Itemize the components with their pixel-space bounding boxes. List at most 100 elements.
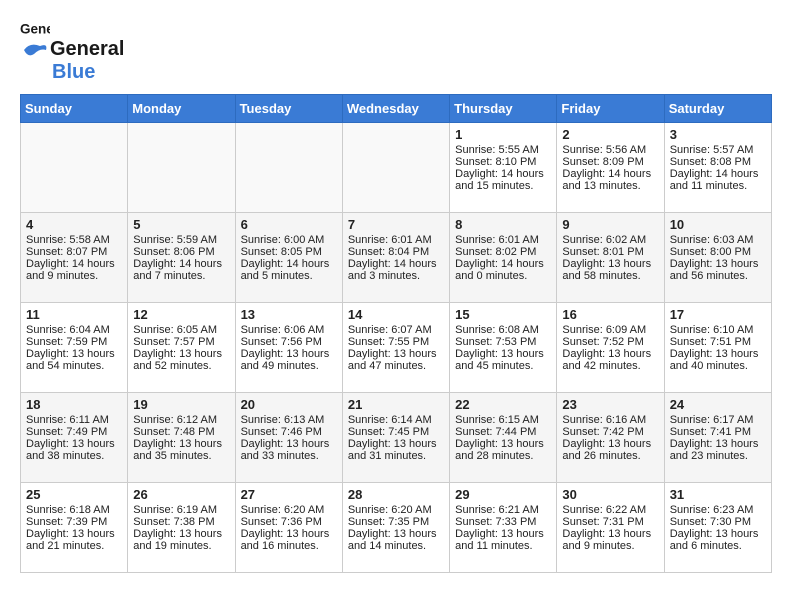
- day-number: 20: [241, 397, 337, 412]
- day-header-wednesday: Wednesday: [342, 95, 449, 123]
- day-number: 25: [26, 487, 122, 502]
- calendar-cell: 29Sunrise: 6:21 AMSunset: 7:33 PMDayligh…: [450, 483, 557, 573]
- day-content: Sunrise: 6:22 AM: [562, 504, 658, 516]
- day-content: and 11 minutes.: [455, 540, 551, 552]
- day-content: Sunset: 7:52 PM: [562, 336, 658, 348]
- day-content: Sunrise: 6:12 AM: [133, 414, 229, 426]
- day-content: Sunset: 8:00 PM: [670, 246, 766, 258]
- day-content: Sunrise: 6:18 AM: [26, 504, 122, 516]
- day-content: Sunset: 7:33 PM: [455, 516, 551, 528]
- day-content: Daylight: 13 hours: [455, 348, 551, 360]
- day-content: and 15 minutes.: [455, 180, 551, 192]
- day-content: and 23 minutes.: [670, 450, 766, 462]
- calendar-cell: [21, 123, 128, 213]
- calendar-week-row: 25 Sunrise: 6:18 AMSunset: 7:39 PM Dayligh…: [21, 483, 772, 573]
- day-content: Sunset: 7:49 PM: [26, 426, 122, 438]
- day-content: Daylight: 13 hours: [133, 348, 229, 360]
- day-number: 10: [670, 217, 766, 232]
- calendar-cell: 21Sunrise: 6:14 AMSunset: 7:45 PMDayligh…: [342, 393, 449, 483]
- day-number: 19: [133, 397, 229, 412]
- day-content: Daylight: 13 hours: [670, 258, 766, 270]
- day-content: Daylight: 13 hours: [455, 438, 551, 450]
- day-number: 23: [562, 397, 658, 412]
- day-number: 18: [26, 397, 122, 412]
- day-content: Daylight: 13 hours: [133, 438, 229, 450]
- day-content: and 58 minutes.: [562, 270, 658, 282]
- day-content: Sunrise: 6:03 AM: [670, 234, 766, 246]
- calendar-cell: 15Sunrise: 6:08 AMSunset: 7:53 PMDayligh…: [450, 303, 557, 393]
- day-content: and 7 minutes.: [133, 270, 229, 282]
- day-content: Sunrise: 5:59 AM: [133, 234, 229, 246]
- day-content: Sunset: 8:08 PM: [670, 156, 766, 168]
- day-content: Daylight: 14 hours: [348, 258, 444, 270]
- day-content: Sunset: 7:59 PM: [26, 336, 122, 348]
- calendar-cell: 16Sunrise: 6:09 AMSunset: 7:52 PMDayligh…: [557, 303, 664, 393]
- calendar-cell: 27Sunrise: 6:20 AMSunset: 7:36 PMDayligh…: [235, 483, 342, 573]
- day-content: and 42 minutes.: [562, 360, 658, 372]
- day-number: 6: [241, 217, 337, 232]
- day-content: Sunrise: 6:05 AM: [133, 324, 229, 336]
- day-header-tuesday: Tuesday: [235, 95, 342, 123]
- day-content: Daylight: 14 hours: [455, 258, 551, 270]
- day-content: Daylight: 13 hours: [348, 348, 444, 360]
- day-content: and 49 minutes.: [241, 360, 337, 372]
- day-content: Daylight: 13 hours: [562, 528, 658, 540]
- day-number: 9: [562, 217, 658, 232]
- day-content: Sunset: 7:45 PM: [348, 426, 444, 438]
- day-content: Sunrise: 6:01 AM: [455, 234, 551, 246]
- calendar-cell: [128, 123, 235, 213]
- logo-text-blue: Blue: [52, 61, 95, 84]
- day-content: Sunrise: 6:19 AM: [133, 504, 229, 516]
- day-content: and 26 minutes.: [562, 450, 658, 462]
- calendar-cell: 8Sunrise: 6:01 AMSunset: 8:02 PMDaylight…: [450, 213, 557, 303]
- day-number: 28: [348, 487, 444, 502]
- day-content: Sunrise: 6:00 AM: [241, 234, 337, 246]
- day-content: Daylight: 13 hours: [348, 438, 444, 450]
- calendar-cell: 1Sunrise: 5:55 AMSunset: 8:10 PMDaylight…: [450, 123, 557, 213]
- day-content: and 5 minutes.: [241, 270, 337, 282]
- day-content: Sunset: 7:39 PM: [26, 516, 122, 528]
- calendar-cell: 9Sunrise: 6:02 AMSunset: 8:01 PMDaylight…: [557, 213, 664, 303]
- day-number: 26: [133, 487, 229, 502]
- day-content: and 28 minutes.: [455, 450, 551, 462]
- day-content: Sunset: 7:56 PM: [241, 336, 337, 348]
- day-content: Sunrise: 6:15 AM: [455, 414, 551, 426]
- day-content: and 47 minutes.: [348, 360, 444, 372]
- calendar-cell: 14Sunrise: 6:07 AMSunset: 7:55 PMDayligh…: [342, 303, 449, 393]
- day-content: and 38 minutes.: [26, 450, 122, 462]
- day-content: Sunset: 7:53 PM: [455, 336, 551, 348]
- day-content: Sunrise: 6:13 AM: [241, 414, 337, 426]
- day-content: Sunrise: 5:56 AM: [562, 144, 658, 156]
- day-content: Sunrise: 5:57 AM: [670, 144, 766, 156]
- day-content: Daylight: 13 hours: [562, 348, 658, 360]
- day-number: 8: [455, 217, 551, 232]
- day-header-thursday: Thursday: [450, 95, 557, 123]
- calendar-cell: 10 Sunrise: 6:03 AMSunset: 8:00 PMDayligh…: [664, 213, 771, 303]
- calendar-cell: 28Sunrise: 6:20 AMSunset: 7:35 PMDayligh…: [342, 483, 449, 573]
- general-blue-icon: General: [20, 20, 50, 38]
- day-content: Sunset: 7:42 PM: [562, 426, 658, 438]
- day-content: and 0 minutes.: [455, 270, 551, 282]
- day-content: Daylight: 14 hours: [455, 168, 551, 180]
- day-number: 1: [455, 127, 551, 142]
- calendar-cell: [342, 123, 449, 213]
- day-content: Sunrise: 6:04 AM: [26, 324, 122, 336]
- logo-text-general: General: [50, 38, 124, 61]
- day-content: Sunrise: 6:08 AM: [455, 324, 551, 336]
- day-content: and 11 minutes.: [670, 180, 766, 192]
- day-content: and 35 minutes.: [133, 450, 229, 462]
- calendar-cell: 22Sunrise: 6:15 AMSunset: 7:44 PMDayligh…: [450, 393, 557, 483]
- day-number: 7: [348, 217, 444, 232]
- day-content: Sunset: 7:30 PM: [670, 516, 766, 528]
- day-content: and 19 minutes.: [133, 540, 229, 552]
- day-content: and 6 minutes.: [670, 540, 766, 552]
- day-content: Sunset: 7:38 PM: [133, 516, 229, 528]
- calendar-cell: 26Sunrise: 6:19 AMSunset: 7:38 PMDayligh…: [128, 483, 235, 573]
- calendar-cell: 13Sunrise: 6:06 AMSunset: 7:56 PMDayligh…: [235, 303, 342, 393]
- day-content: Daylight: 13 hours: [241, 348, 337, 360]
- logo-icon-bird: [20, 40, 48, 60]
- day-number: 14: [348, 307, 444, 322]
- day-content: and 45 minutes.: [455, 360, 551, 372]
- day-content: and 21 minutes.: [26, 540, 122, 552]
- day-content: and 9 minutes.: [562, 540, 658, 552]
